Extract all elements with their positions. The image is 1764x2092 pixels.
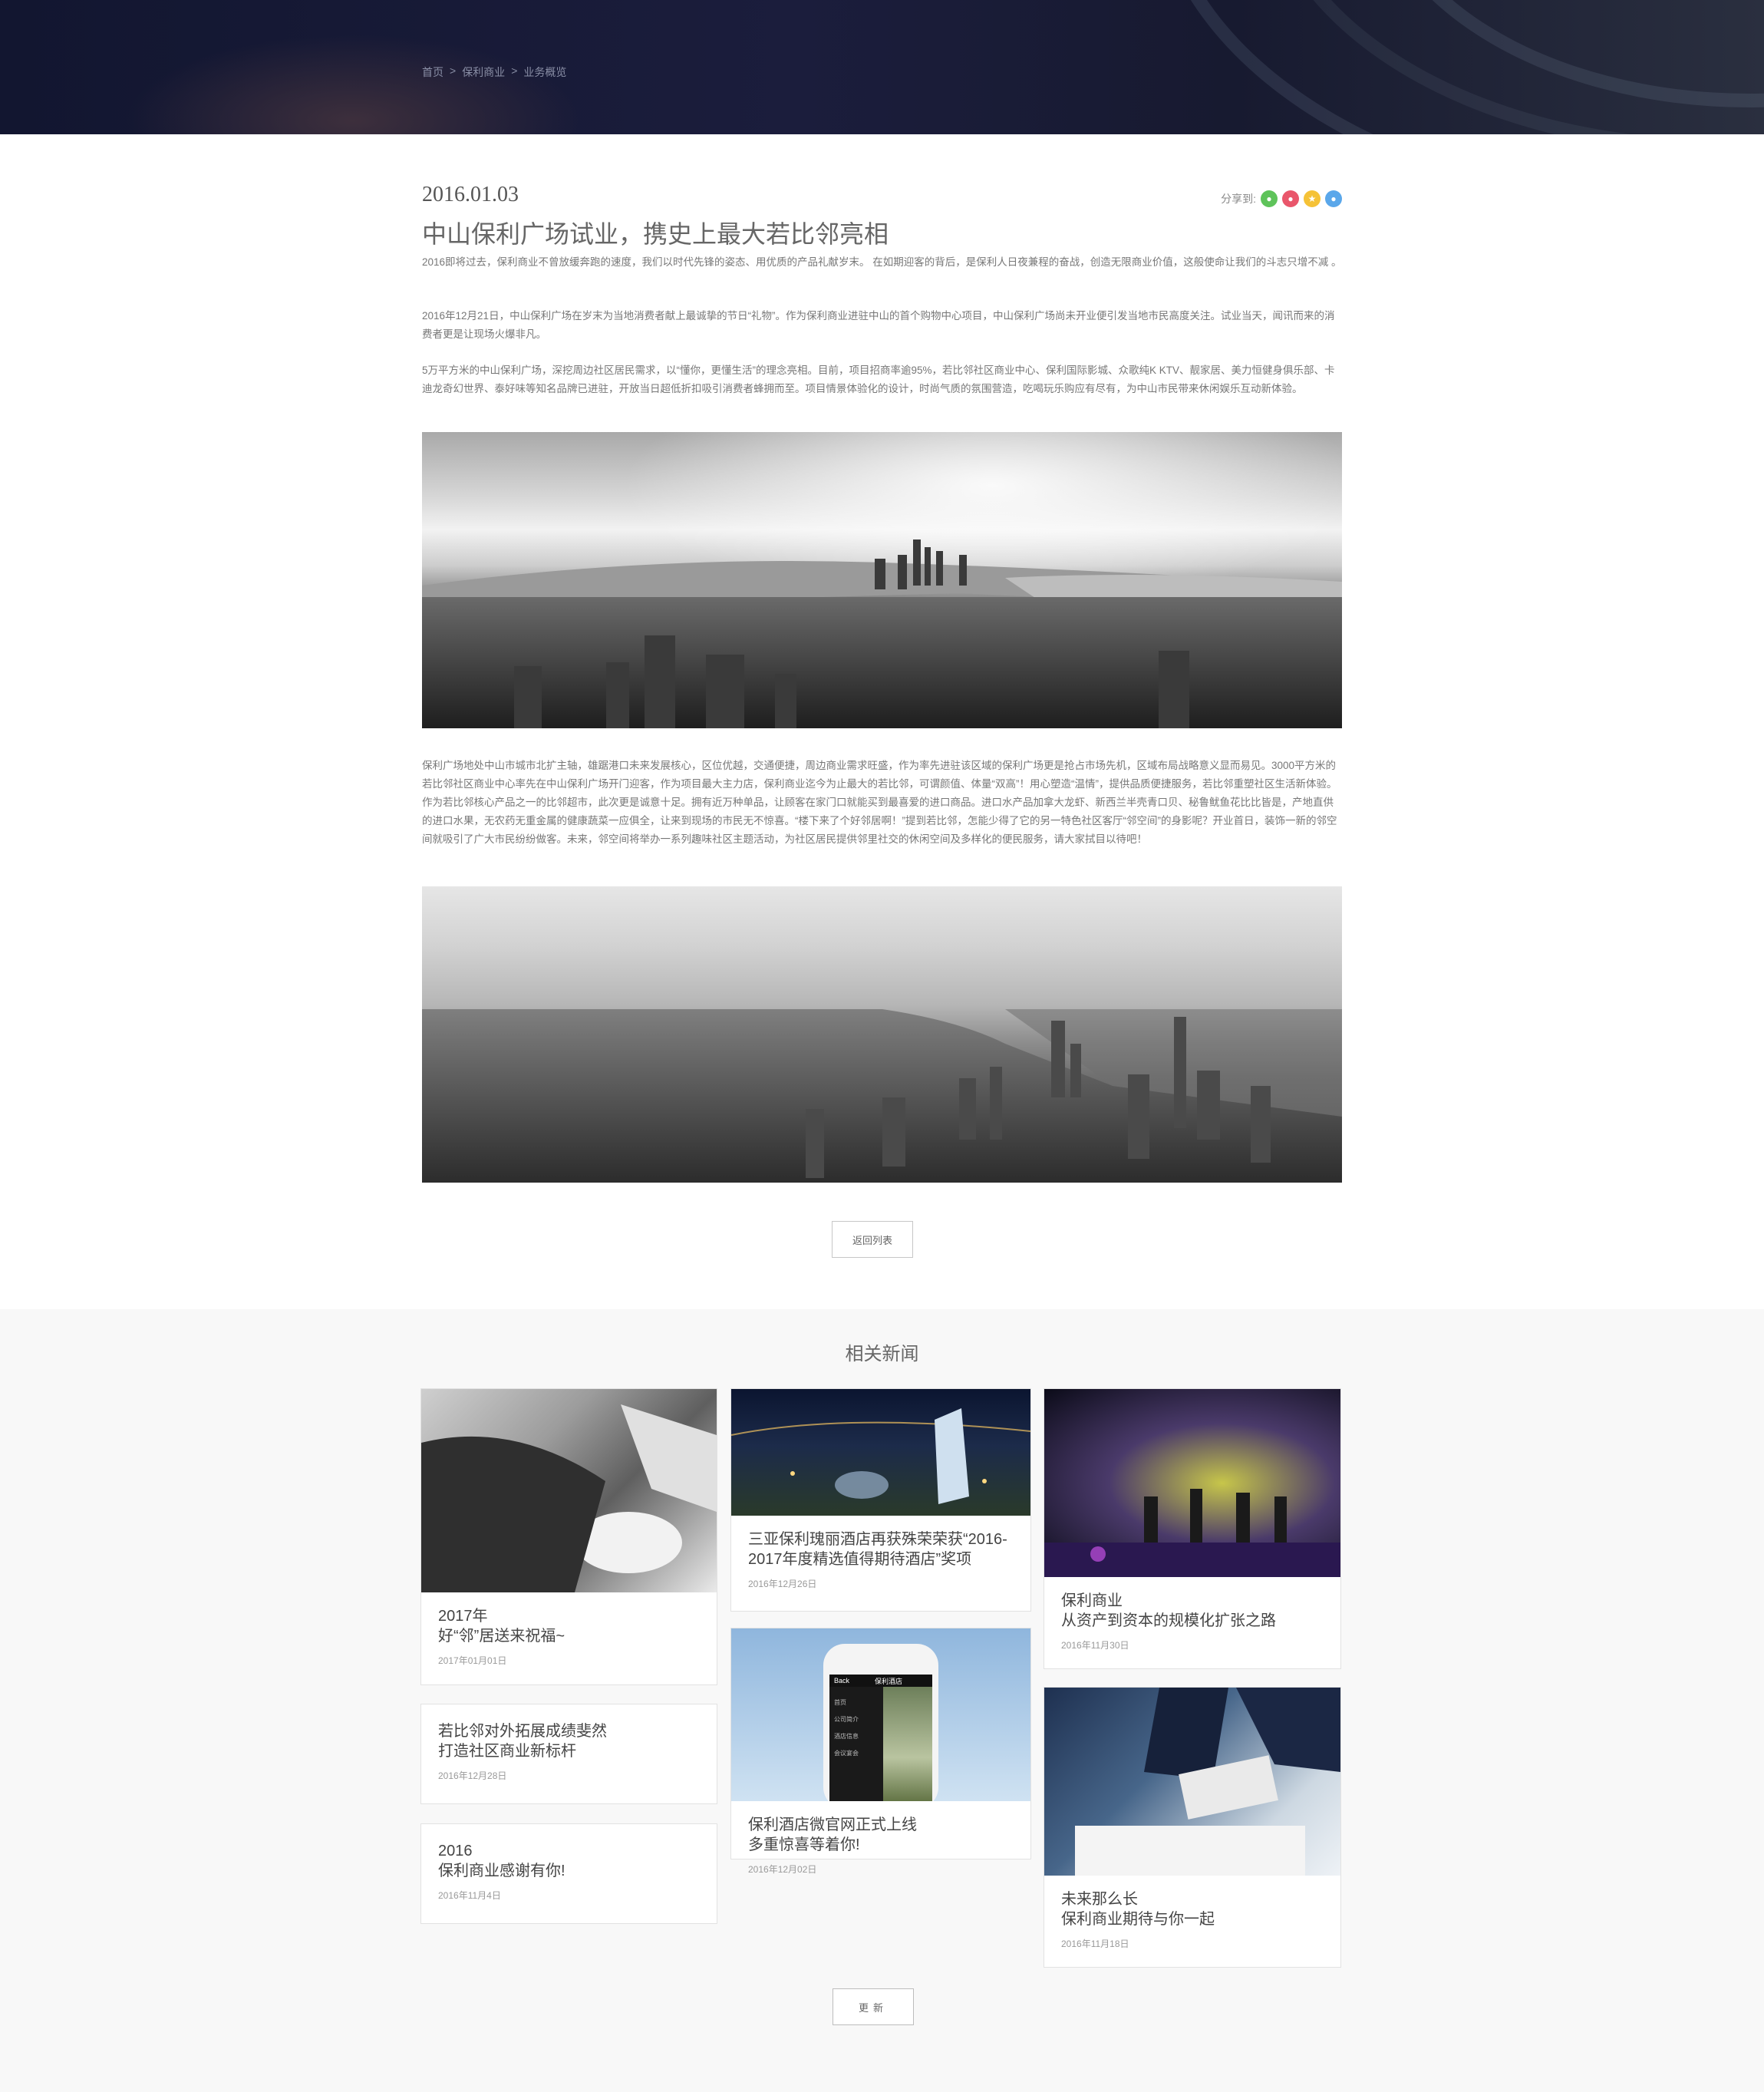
phone-menu: 首页 公司简介 酒店信息 会议宴会 (829, 1687, 883, 1801)
article-paragraph: 2016年12月21日，中山保利广场在岁末为当地消费者献上最诚挚的节日“礼物”。… (422, 310, 1335, 340)
breadcrumb-separator: > (511, 64, 518, 77)
news-thumbnail: Back 保利酒店 首页 公司简介 酒店信息 会议宴会 (731, 1628, 1030, 1801)
news-thumbnail (1044, 1688, 1340, 1876)
wechat-icon[interactable]: ● (1261, 190, 1278, 207)
phone-screen: Back 保利酒店 首页 公司简介 酒店信息 会议宴会 (829, 1675, 932, 1801)
news-card[interactable]: 保利商业 从资产到资本的规模化扩张之路 2016年11月30日 (1044, 1388, 1341, 1669)
article-title: 中山保利广场试业，携史上最大若比邻亮相 (422, 220, 889, 248)
related-news-title: 相关新闻 (845, 1344, 919, 1364)
news-card-title: 三亚保利瑰丽酒店再获殊荣荣获“2016- (748, 1531, 1007, 1548)
news-card-title: 2017年 (438, 1608, 488, 1625)
breadcrumb-current: 业务概览 (523, 66, 567, 78)
news-card[interactable]: 2017年 好“邻”居送来祝福~ 2017年01月01日 (420, 1388, 717, 1685)
news-card-subtitle: 保利商业感谢有你! (438, 1863, 565, 1879)
breadcrumb-section[interactable]: 保利商业 (462, 64, 505, 80)
news-card-date: 2016年12月28日 (438, 1770, 507, 1781)
phone-app-title: 保利酒店 (875, 1677, 903, 1685)
news-card-title: 若比邻对外拓展成绩斐然 (438, 1723, 607, 1740)
phone-mockup: Back 保利酒店 首页 公司简介 酒店信息 会议宴会 (823, 1644, 938, 1801)
news-card-title: 保利商业 (1061, 1592, 1123, 1609)
article-paragraph: 2016即将过去，保利商业不曾放缓奔跑的速度，我们以时代先锋的姿态、用优质的产品… (422, 256, 1342, 268)
breadcrumb-separator: > (450, 64, 457, 77)
news-card-subtitle: 好“邻”居送来祝福~ (438, 1628, 565, 1645)
news-card[interactable]: 若比邻对外拓展成绩斐然 打造社区商业新标杆 2016年12月28日 (420, 1704, 717, 1804)
news-card-date: 2016年12月26日 (748, 1579, 817, 1589)
more-news-button[interactable]: 更新 (833, 1988, 914, 2025)
news-card-date: 2016年11月4日 (438, 1890, 501, 1901)
city-skyline-image (422, 432, 1342, 728)
phone-menu-item: 会议宴会 (834, 1750, 859, 1757)
phone-menu-item: 首页 (834, 1699, 846, 1706)
share-label: 分享到: (1221, 193, 1256, 205)
article-paragraph: 5万平方米的中山保利广场，深挖周边社区居民需求，以“懂你，更懂生活”的理念亮相。… (422, 365, 1335, 394)
news-card-subtitle: 2017年度精选值得期待酒店”奖项 (748, 1551, 972, 1568)
news-thumbnail (421, 1389, 717, 1592)
article: 2016.01.03 中山保利广场试业，携史上最大若比邻亮相 分享到: ● ● … (422, 183, 1342, 1258)
phone-photo (883, 1687, 932, 1801)
breadcrumb: 首页 > 保利商业 > 业务概览 (422, 64, 566, 80)
news-card[interactable]: Back 保利酒店 首页 公司简介 酒店信息 会议宴会 保利酒店微官网正式上线 … (730, 1628, 1031, 1875)
news-card-date: 2016年12月02日 (748, 1864, 817, 1875)
article-date: 2016.01.03 (422, 183, 519, 206)
news-card-title: 保利酒店微官网正式上线 (748, 1816, 917, 1833)
phone-app-header: Back 保利酒店 (829, 1675, 932, 1687)
share-bar: 分享到: ● ● ★ ● (1221, 190, 1342, 207)
news-card-title: 未来那么长 (1061, 1891, 1138, 1908)
news-card-title: 2016 (438, 1843, 473, 1859)
news-card-date: 2016年11月30日 (1061, 1640, 1129, 1651)
news-card[interactable]: 2016 保利商业感谢有你! 2016年11月4日 (420, 1823, 717, 1924)
weibo-icon[interactable]: ● (1282, 190, 1299, 207)
qzone-icon[interactable]: ★ (1304, 190, 1321, 207)
news-card[interactable]: 未来那么长 保利商业期待与你一起 2016年11月18日 (1044, 1687, 1341, 1968)
breadcrumb-home[interactable]: 首页 (422, 64, 443, 80)
phone-back-label: Back (834, 1677, 850, 1684)
coastal-city-image (422, 886, 1342, 1183)
news-card-subtitle: 打造社区商业新标杆 (438, 1743, 576, 1760)
back-to-list-button[interactable]: 返回列表 (832, 1221, 913, 1258)
news-thumbnail (731, 1389, 1030, 1516)
news-card-subtitle: 多重惊喜等着你! (748, 1836, 860, 1853)
news-card-date: 2016年11月18日 (1061, 1939, 1129, 1949)
news-card-subtitle: 保利商业期待与你一起 (1061, 1911, 1215, 1928)
article-paragraph: 保利广场地处中山市城市北扩主轴，雄踞港口未来发展核心，区位优越，交通便捷，周边商… (422, 760, 1337, 845)
news-card[interactable]: 三亚保利瑰丽酒店再获殊荣荣获“2016- 2017年度精选值得期待酒店”奖项 2… (730, 1388, 1031, 1612)
news-card-subtitle: 从资产到资本的规模化扩张之路 (1061, 1612, 1276, 1629)
related-news-section: 相关新闻 2017年 好“邻”居送来祝福~ 2017年01月01日 若比邻对外拓… (0, 1309, 1764, 2092)
phone-menu-item: 酒店信息 (834, 1733, 859, 1740)
news-card-date: 2017年01月01日 (438, 1655, 507, 1666)
header-banner: 首页 > 保利商业 > 业务概览 (0, 0, 1764, 134)
qq-icon[interactable]: ● (1325, 190, 1342, 207)
news-thumbnail (1044, 1389, 1340, 1577)
phone-menu-item: 公司简介 (834, 1716, 859, 1723)
